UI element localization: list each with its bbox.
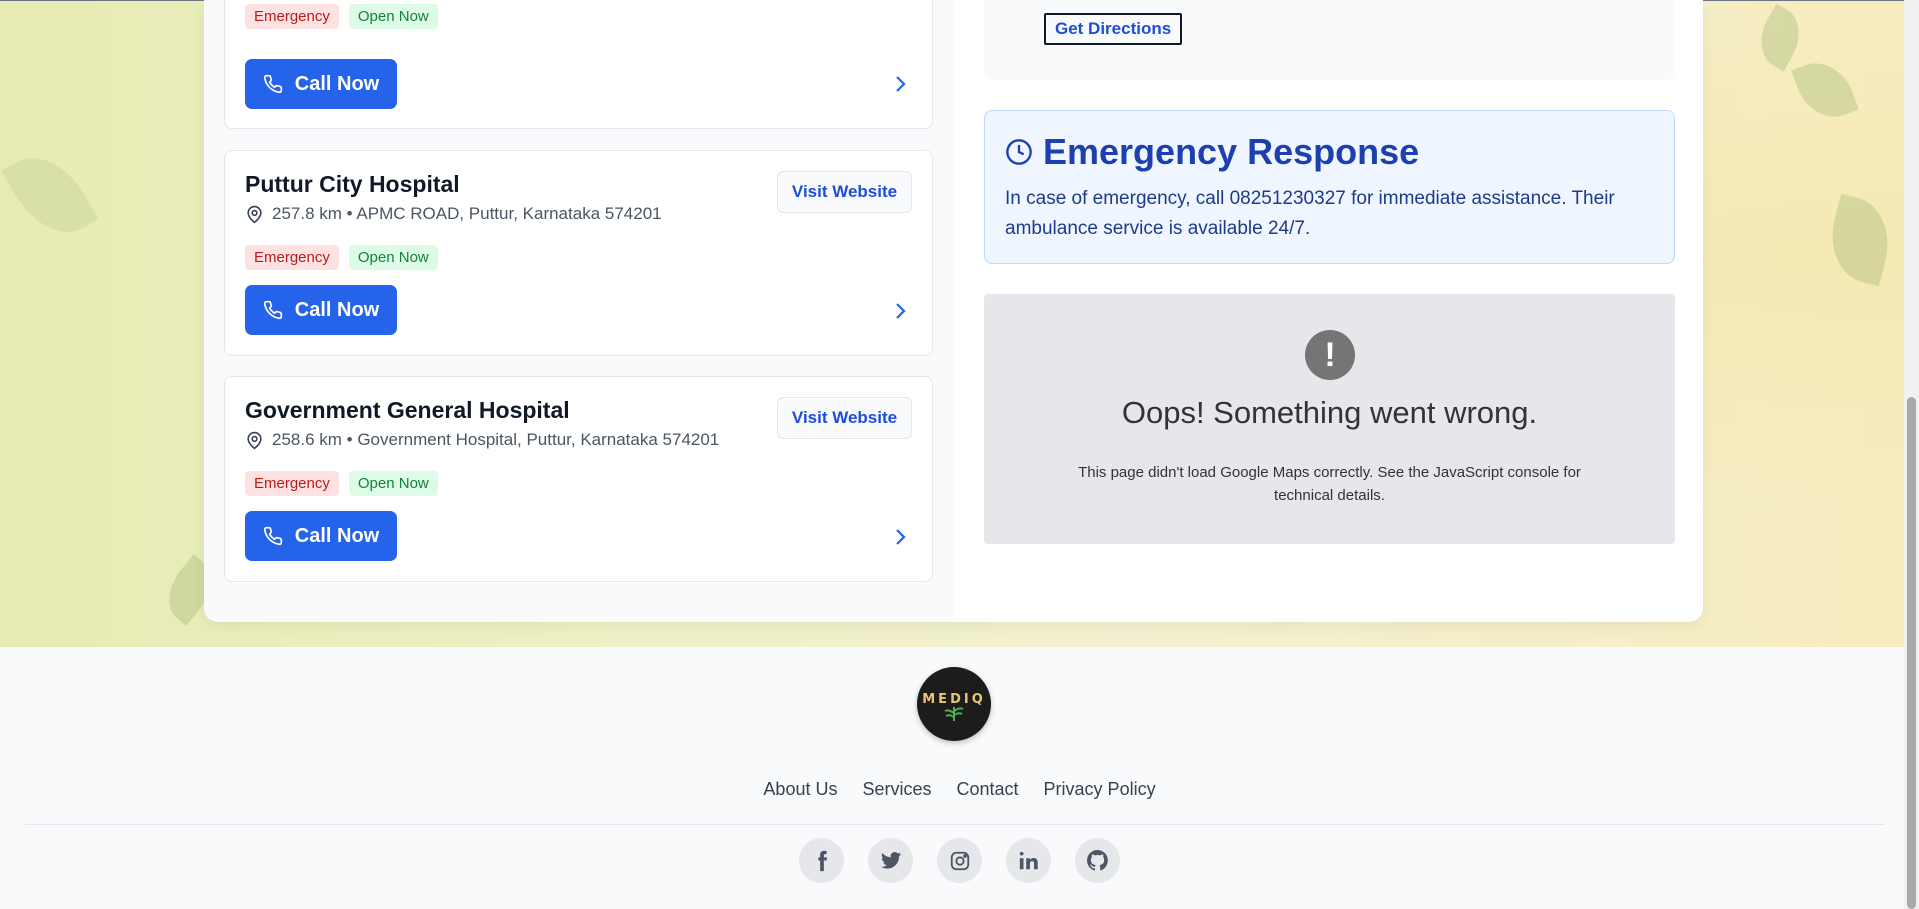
error-icon: !	[1305, 330, 1355, 380]
twitter-icon[interactable]	[868, 838, 913, 883]
logo-text: MEDIQ	[922, 692, 986, 707]
page-scrollbar[interactable]	[1904, 0, 1919, 909]
footer-link-privacy-policy[interactable]: Privacy Policy	[1044, 779, 1156, 800]
badge-group: Emergency Open Now	[245, 4, 438, 29]
emergency-badge: Emergency	[245, 4, 339, 29]
instagram-icon[interactable]	[937, 838, 982, 883]
emergency-response-box: Emergency Response In case of emergency,…	[984, 110, 1675, 264]
leaf-decoration	[1, 141, 99, 249]
hospital-address: 258.6 km • Government Hospital, Puttur, …	[245, 430, 719, 450]
map-error-box: ! Oops! Something went wrong. This page …	[984, 294, 1675, 544]
hospital-address-text: 258.6 km • Government Hospital, Puttur, …	[272, 430, 720, 449]
github-icon[interactable]	[1075, 838, 1120, 883]
map-pin-icon	[247, 205, 262, 223]
call-now-label: Call Now	[294, 72, 380, 95]
chevron-right-icon[interactable]	[890, 74, 910, 94]
open-now-badge: Open Now	[348, 4, 438, 29]
facebook-icon[interactable]	[799, 838, 844, 883]
call-now-label: Call Now	[294, 298, 380, 321]
emergency-badge: Emergency	[245, 471, 339, 496]
chevron-right-icon[interactable]	[890, 301, 910, 321]
hospital-card: Emergency Open Now Call Now	[224, 0, 933, 129]
clock-icon	[1006, 139, 1032, 165]
hospital-name: Government General Hospital	[245, 397, 570, 423]
footer-divider	[25, 824, 1884, 825]
hospital-details-box: Get Directions	[984, 0, 1675, 80]
hospital-name: Puttur City Hospital	[245, 171, 460, 197]
open-now-badge: Open Now	[348, 245, 438, 270]
phone-icon	[263, 300, 282, 320]
leaf-decoration	[1791, 53, 1859, 127]
leaf-decoration	[1820, 193, 1900, 287]
map-pin-icon	[247, 431, 262, 449]
map-error-message: This page didn't load Google Maps correc…	[1078, 464, 1581, 504]
hospital-address: 257.8 km • APMC ROAD, Puttur, Karnataka …	[245, 204, 662, 224]
call-now-button[interactable]: Call Now	[245, 285, 397, 335]
emergency-badge: Emergency	[245, 245, 339, 270]
linkedin-icon[interactable]	[1006, 838, 1051, 883]
get-directions-button[interactable]: Get Directions	[1044, 13, 1183, 45]
hospital-card: Government General Hospital 258.6 km • G…	[224, 376, 933, 582]
footer-link-services[interactable]: Services	[862, 779, 931, 800]
visit-website-button[interactable]: Visit Website	[777, 397, 912, 439]
scrollbar-thumb[interactable]	[1907, 397, 1916, 909]
visit-website-button[interactable]: Visit Website	[777, 171, 912, 213]
map-error-title: Oops! Something went wrong.	[1121, 395, 1538, 430]
open-now-badge: Open Now	[348, 471, 438, 496]
footer-link-about-us[interactable]: About Us	[763, 779, 837, 800]
call-now-button[interactable]: Call Now	[245, 511, 397, 561]
badge-group: Emergency Open Now	[245, 245, 438, 270]
hospital-card: Puttur City Hospital 257.8 km • APMC ROA…	[224, 150, 933, 356]
emergency-response-title: Emergency Response	[1043, 131, 1420, 172]
chevron-right-icon[interactable]	[890, 527, 910, 547]
footer-logo[interactable]: MEDIQ	[917, 667, 991, 741]
emergency-response-heading: Emergency Response	[1005, 131, 1419, 173]
call-now-label: Call Now	[294, 524, 380, 547]
phone-icon	[263, 526, 282, 546]
leaf-decoration	[1748, 3, 1812, 72]
social-links	[0, 838, 1919, 883]
hospital-address-text: 257.8 km • APMC ROAD, Puttur, Karnataka …	[272, 204, 662, 223]
emergency-response-text: In case of emergency, call 08251230327 f…	[1005, 188, 1615, 239]
badge-group: Emergency Open Now	[245, 471, 438, 496]
footer-link-contact[interactable]: Contact	[957, 779, 1019, 800]
call-now-button[interactable]: Call Now	[245, 59, 397, 109]
footer-nav: About Us Services Contact Privacy Policy	[0, 779, 1919, 800]
phone-icon	[263, 74, 282, 94]
logo-mark: MEDIQ	[922, 692, 986, 721]
